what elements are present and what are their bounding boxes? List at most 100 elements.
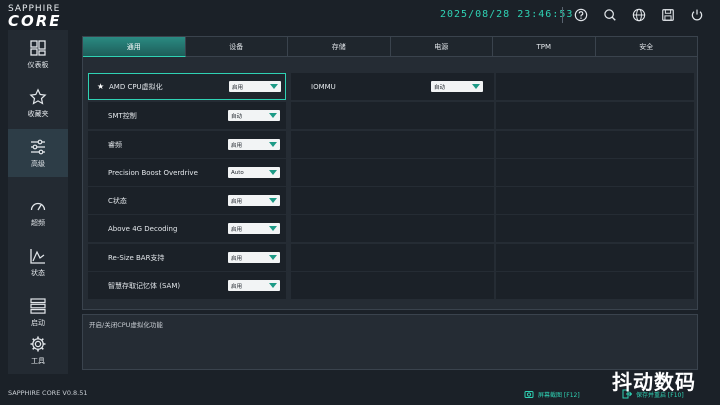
empty-cell bbox=[291, 272, 494, 299]
tab-bar: 通用 设备 存储 电源 TPM 安全 bbox=[83, 37, 697, 57]
tab-storage[interactable]: 存储 bbox=[288, 37, 391, 57]
empty-cell bbox=[291, 131, 494, 158]
setting-label: 睿频 bbox=[108, 140, 122, 149]
watermark-text: 抖动数码 bbox=[612, 370, 696, 394]
gear-icon bbox=[30, 336, 46, 351]
sidebar-item-label: 超频 bbox=[31, 218, 45, 227]
empty-cell bbox=[496, 102, 694, 129]
setting-label: AMD CPU虚拟化 bbox=[109, 82, 163, 91]
screenshot-button[interactable]: 屏幕截图 [F12] bbox=[524, 389, 580, 399]
tab-tpm[interactable]: TPM bbox=[493, 37, 596, 57]
tab-power[interactable]: 电源 bbox=[390, 37, 493, 57]
header-divider bbox=[562, 7, 563, 23]
setting-label: SMT控制 bbox=[108, 111, 137, 120]
setting-label: Re-Size BAR支持 bbox=[108, 253, 165, 262]
empty-cell bbox=[496, 131, 694, 158]
globe-icon[interactable] bbox=[631, 7, 647, 23]
datetime-display: 2025/08/28 23:46:53 bbox=[440, 9, 574, 20]
dropdown-value: Auto bbox=[231, 169, 244, 176]
setting-dropdown[interactable]: 启用 bbox=[228, 280, 280, 291]
empty-cell bbox=[291, 215, 494, 242]
sidebar-item-tools[interactable]: 工具 bbox=[8, 326, 68, 374]
setting-label: IOMMU bbox=[311, 83, 336, 91]
setting-label: Above 4G Decoding bbox=[108, 224, 178, 233]
dropdown-value: 自动 bbox=[231, 113, 243, 120]
power-icon[interactable] bbox=[689, 7, 705, 23]
dashboard-icon bbox=[30, 39, 46, 56]
empty-cell bbox=[291, 159, 494, 186]
empty-cell bbox=[496, 73, 694, 100]
sapphire-core-logo: SAPPHIRE CORE bbox=[8, 4, 84, 30]
setting-label: C状态 bbox=[108, 196, 127, 205]
setting-dropdown[interactable]: 启用 bbox=[228, 195, 280, 206]
sliders-icon bbox=[31, 139, 45, 154]
boot-icon bbox=[30, 297, 46, 314]
setting-row-resizebar[interactable]: Re-Size BAR支持 启用 bbox=[88, 244, 286, 271]
sidebar-item-label: 收藏夹 bbox=[27, 109, 49, 118]
setting-dropdown[interactable]: 自动 bbox=[228, 110, 280, 121]
tab-security[interactable]: 安全 bbox=[595, 37, 697, 57]
sidebar-item-favorites[interactable]: 收藏夹 bbox=[8, 79, 68, 127]
setting-dropdown[interactable]: Auto bbox=[228, 167, 280, 178]
favorite-star-icon[interactable]: ★ bbox=[97, 82, 104, 91]
dropdown-value: 自动 bbox=[434, 84, 446, 91]
sidebar-item-label: 仪表板 bbox=[27, 60, 49, 69]
settings-column-3 bbox=[496, 73, 694, 301]
dropdown-value: 启用 bbox=[232, 84, 244, 91]
version-label: SAPPHIRE CORE V0.8.51 bbox=[8, 389, 88, 397]
dropdown-arrow-icon bbox=[269, 170, 277, 175]
empty-cell bbox=[496, 187, 694, 214]
tab-general[interactable]: 通用 bbox=[83, 37, 186, 57]
search-icon[interactable] bbox=[602, 7, 618, 23]
dropdown-value: 启用 bbox=[231, 142, 243, 149]
sidebar-item-dashboard[interactable]: 仪表板 bbox=[8, 30, 68, 78]
setting-row-cpu-virtualization[interactable]: ★ AMD CPU虚拟化 启用 bbox=[88, 73, 286, 100]
empty-cell bbox=[496, 159, 694, 186]
empty-cell bbox=[291, 187, 494, 214]
sidebar-item-label: 状态 bbox=[31, 268, 45, 277]
dropdown-arrow-icon bbox=[472, 84, 480, 89]
sidebar-item-label: 高级 bbox=[31, 159, 45, 168]
setting-row-pbo[interactable]: Precision Boost Overdrive Auto bbox=[88, 159, 286, 186]
sidebar: 仪表板 收藏夹 高级 超频 状态 启动 工具 bbox=[8, 30, 68, 374]
help-icon[interactable] bbox=[573, 7, 589, 23]
sidebar-item-status[interactable]: 状态 bbox=[8, 238, 68, 286]
gauge-icon bbox=[30, 202, 46, 210]
sidebar-item-label: 工具 bbox=[31, 356, 45, 365]
setting-dropdown[interactable]: 启用 bbox=[229, 81, 281, 92]
dropdown-arrow-icon bbox=[269, 255, 277, 260]
dropdown-arrow-icon bbox=[269, 198, 277, 203]
empty-cell bbox=[496, 272, 694, 299]
description-text: 开启/关闭CPU虚拟化功能 bbox=[89, 321, 163, 329]
sidebar-item-advanced[interactable]: 高级 bbox=[8, 129, 68, 177]
camera-icon bbox=[524, 391, 534, 398]
setting-dropdown[interactable]: 自动 bbox=[431, 81, 483, 92]
empty-cell bbox=[291, 102, 494, 129]
setting-row-above4g[interactable]: Above 4G Decoding 启用 bbox=[88, 215, 286, 242]
empty-cell bbox=[496, 244, 694, 271]
chart-icon bbox=[30, 248, 45, 264]
setting-row-smt[interactable]: SMT控制 自动 bbox=[88, 102, 286, 129]
sidebar-item-overclock[interactable]: 超频 bbox=[8, 188, 68, 236]
dropdown-arrow-icon bbox=[269, 226, 277, 231]
setting-row-sam[interactable]: 智慧存取记忆体 (SAM) 启用 bbox=[88, 272, 286, 299]
screenshot-label: 屏幕截图 [F12] bbox=[538, 391, 580, 399]
setting-row-cstate[interactable]: C状态 启用 bbox=[88, 187, 286, 214]
dropdown-value: 启用 bbox=[231, 255, 243, 262]
dropdown-value: 启用 bbox=[231, 226, 243, 233]
logo-bottom-text: CORE bbox=[8, 12, 62, 30]
setting-row-iommu[interactable]: IOMMU 自动 bbox=[291, 73, 494, 100]
setting-dropdown[interactable]: 启用 bbox=[228, 252, 280, 263]
setting-label: Precision Boost Overdrive bbox=[108, 168, 198, 177]
save-icon[interactable] bbox=[660, 7, 676, 23]
setting-label: 智慧存取记忆体 (SAM) bbox=[108, 281, 181, 290]
setting-row-turbo[interactable]: 睿频 启用 bbox=[88, 131, 286, 158]
tab-devices[interactable]: 设备 bbox=[185, 37, 288, 57]
dropdown-arrow-icon bbox=[269, 142, 277, 147]
settings-column-2: IOMMU 自动 bbox=[291, 73, 494, 301]
setting-dropdown[interactable]: 启用 bbox=[228, 223, 280, 234]
dropdown-arrow-icon bbox=[269, 113, 277, 118]
description-panel: 开启/关闭CPU虚拟化功能 bbox=[82, 314, 698, 370]
setting-dropdown[interactable]: 启用 bbox=[228, 139, 280, 150]
dropdown-value: 启用 bbox=[231, 198, 243, 205]
